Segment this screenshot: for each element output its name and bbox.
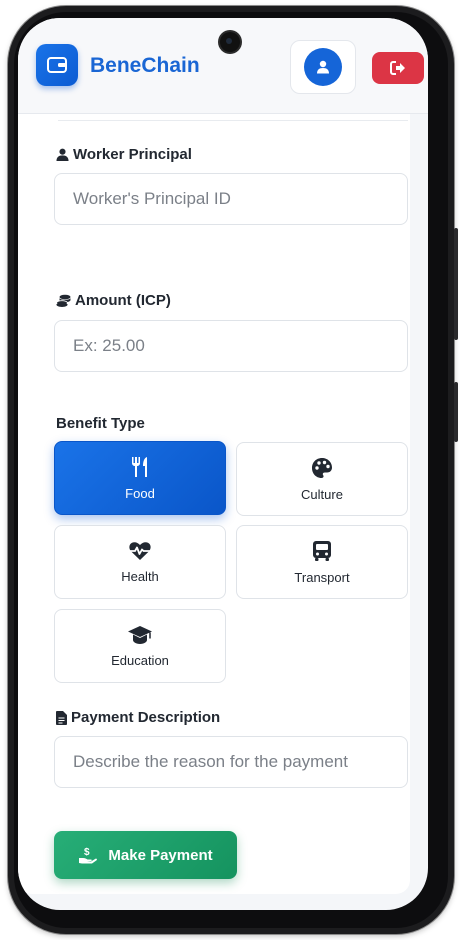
profile-avatar <box>304 48 342 86</box>
benefit-option-education[interactable]: Education <box>54 609 226 683</box>
bus-icon <box>313 540 331 561</box>
wallet-icon <box>47 57 67 73</box>
worker-principal-text: Worker Principal <box>73 146 192 163</box>
form-divider <box>58 120 408 121</box>
worker-principal-input[interactable] <box>54 173 408 225</box>
svg-text:$: $ <box>84 847 90 858</box>
volume-button <box>454 228 458 340</box>
logo-button[interactable] <box>36 44 78 86</box>
sign-out-icon <box>390 61 405 75</box>
graduation-cap-icon <box>128 625 152 644</box>
payment-description-label: Payment Description <box>56 709 220 726</box>
worker-principal-label: Worker Principal <box>56 146 192 163</box>
amount-input[interactable] <box>54 320 408 372</box>
benefit-option-food[interactable]: Food <box>54 441 226 515</box>
logout-button[interactable] <box>372 52 424 84</box>
front-camera <box>220 32 240 52</box>
benefit-option-transport[interactable]: Transport <box>236 525 408 599</box>
profile-button[interactable] <box>290 40 356 94</box>
benefit-option-label: Health <box>121 568 159 584</box>
coins-icon <box>56 294 71 307</box>
heartbeat-icon <box>129 541 151 560</box>
make-payment-label: Make Payment <box>108 846 213 864</box>
utensils-icon <box>132 456 147 477</box>
benefit-type-label: Benefit Type <box>56 415 145 432</box>
benefit-option-label: Food <box>125 485 155 501</box>
payment-description-input[interactable] <box>54 736 408 788</box>
user-icon <box>56 148 69 161</box>
make-payment-button[interactable]: $ Make Payment <box>54 831 237 879</box>
benefit-option-label: Transport <box>294 569 350 585</box>
amount-label: Amount (ICP) <box>56 292 171 309</box>
amount-text: Amount (ICP) <box>75 292 171 309</box>
power-button <box>454 382 458 442</box>
benefit-option-health[interactable]: Health <box>54 525 226 599</box>
file-icon <box>56 710 67 725</box>
app-header: BeneChain <box>18 18 428 114</box>
hand-coin-icon: $ <box>79 847 98 864</box>
user-icon <box>317 60 329 74</box>
benefit-option-culture[interactable]: Culture <box>236 442 408 516</box>
benefit-type-text: Benefit Type <box>56 415 145 432</box>
palette-icon <box>312 457 332 478</box>
benefit-option-label: Education <box>111 652 169 668</box>
app-screen: BeneChain Worker Principal Worker's Prin… <box>18 18 428 910</box>
payment-description-text: Payment Description <box>71 709 221 726</box>
brand-name: BeneChain <box>90 54 200 77</box>
benefit-option-label: Culture <box>301 486 343 502</box>
